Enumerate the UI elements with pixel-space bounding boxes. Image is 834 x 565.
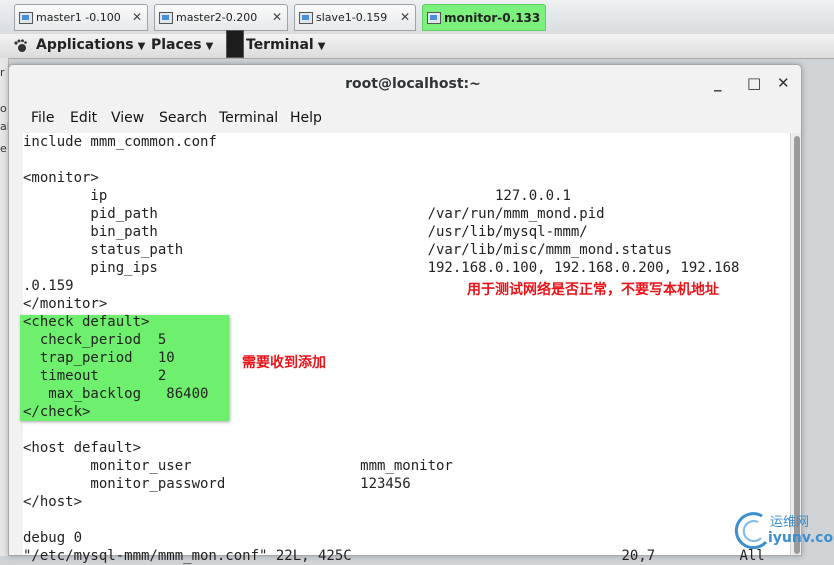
scrollbar[interactable] [790, 133, 801, 555]
terminal-line: <monitor> [23, 170, 99, 186]
terminal-line: status_path /var/lib/misc/mmm_mond.statu… [23, 242, 673, 258]
places-label: Places [151, 37, 202, 53]
vm-icon [299, 11, 313, 24]
menu-terminal[interactable]: Terminal [219, 110, 278, 126]
places-menu[interactable]: Places ▼ [151, 37, 213, 53]
menu-edit[interactable]: Edit [70, 110, 97, 126]
vm-tab-master2[interactable]: master2-0.200 ✕ [154, 4, 288, 31]
window-title: root@localhost:~ [345, 76, 481, 92]
chevron-down-icon: ▼ [205, 41, 214, 52]
terminal-line: bin_path /usr/lib/mysql-mmm/ [23, 224, 588, 240]
minimize-button[interactable]: _ [714, 74, 722, 92]
terminal-line: <host default> [23, 440, 142, 456]
terminal-line: </monitor> [23, 296, 108, 312]
title-bar[interactable]: root@localhost:~ _ □ ✕ [23, 65, 801, 105]
watermark-logo-icon [734, 512, 768, 550]
vm-tab-label: monitor-0.133 [444, 10, 541, 25]
close-icon[interactable]: ✕ [400, 10, 410, 24]
terminal-line: .0.159 [23, 278, 74, 294]
ping-ips-annotation: 用于测试网络是否正常，不要写本机地址 [467, 282, 719, 298]
menu-view[interactable]: View [111, 110, 144, 126]
vm-tab-master1[interactable]: master1 -0.100 ✕ [14, 4, 148, 31]
vm-icon [159, 11, 173, 24]
close-button[interactable]: ✕ [777, 74, 790, 92]
vm-tab-label: slave1-0.159 [316, 11, 388, 24]
terminal-line: </check> [23, 404, 91, 420]
chevron-down-icon: ▼ [317, 41, 326, 52]
vm-icon [19, 11, 33, 24]
maximize-button[interactable]: □ [747, 74, 761, 92]
terminal-line: </host> [23, 494, 83, 510]
terminal-line: <check default> [23, 314, 150, 330]
menu-search[interactable]: Search [159, 110, 207, 126]
applications-menu[interactable]: Applications ▼ [36, 37, 145, 53]
check-block-annotation: 需要收到添加 [242, 355, 326, 371]
scrollbar-thumb[interactable] [794, 136, 800, 554]
terminal-line: ping_ips 192.168.0.100, 192.168.0.200, 1… [23, 260, 740, 276]
terminal-line: max_backlog 86400 [23, 386, 209, 402]
vm-tab-strip: master1 -0.100 ✕ master2-0.200 ✕ slave1-… [0, 0, 834, 35]
terminal-label: Terminal [246, 37, 314, 53]
gnome-foot-icon [14, 39, 27, 52]
terminal-app-menu[interactable]: Terminal ▼ [246, 37, 325, 53]
menu-help[interactable]: Help [290, 110, 322, 126]
vm-tab-label: master2-0.200 [176, 11, 258, 24]
terminal-line: monitor_password 123456 [23, 476, 411, 492]
chevron-down-icon: ▼ [137, 41, 146, 52]
close-icon[interactable]: ✕ [272, 10, 282, 24]
terminal-line: timeout 2 [23, 368, 167, 384]
terminal-line: ip 127.0.0.1 [23, 188, 571, 204]
watermark-text-top: 运维网 [770, 515, 810, 530]
terminal-line: pid_path /var/run/mmm_mond.pid [23, 206, 605, 222]
terminal-line: check_period 5 [23, 332, 167, 348]
applications-label: Applications [36, 37, 134, 53]
vm-tab-slave1[interactable]: slave1-0.159 ✕ [294, 4, 416, 31]
watermark-text-bottom: iyunv.com [768, 530, 834, 546]
menu-file[interactable]: File [31, 110, 54, 126]
terminal-line: debug 0 [23, 530, 83, 546]
terminal-line: monitor_user mmm_monitor [23, 458, 453, 474]
watermark: 运维网 iyunv.com [730, 506, 834, 556]
menu-bar: File Edit View Search Terminal Help [23, 107, 801, 131]
terminal-app-icon [226, 30, 244, 58]
top-panel: Applications ▼ Places ▼ Terminal ▼ [0, 34, 834, 59]
vm-tab-label: master1 -0.100 [36, 11, 121, 24]
vm-icon [427, 11, 441, 24]
close-icon[interactable]: ✕ [132, 10, 142, 24]
terminal-line: trap_period 10 [23, 350, 175, 366]
status-line: "/etc/mysql-mmm/mmm_mon.conf" 22L, 425C … [23, 548, 765, 564]
terminal-line: include mmm_common.conf [23, 134, 217, 150]
vm-tab-monitor[interactable]: monitor-0.133 [422, 4, 546, 31]
